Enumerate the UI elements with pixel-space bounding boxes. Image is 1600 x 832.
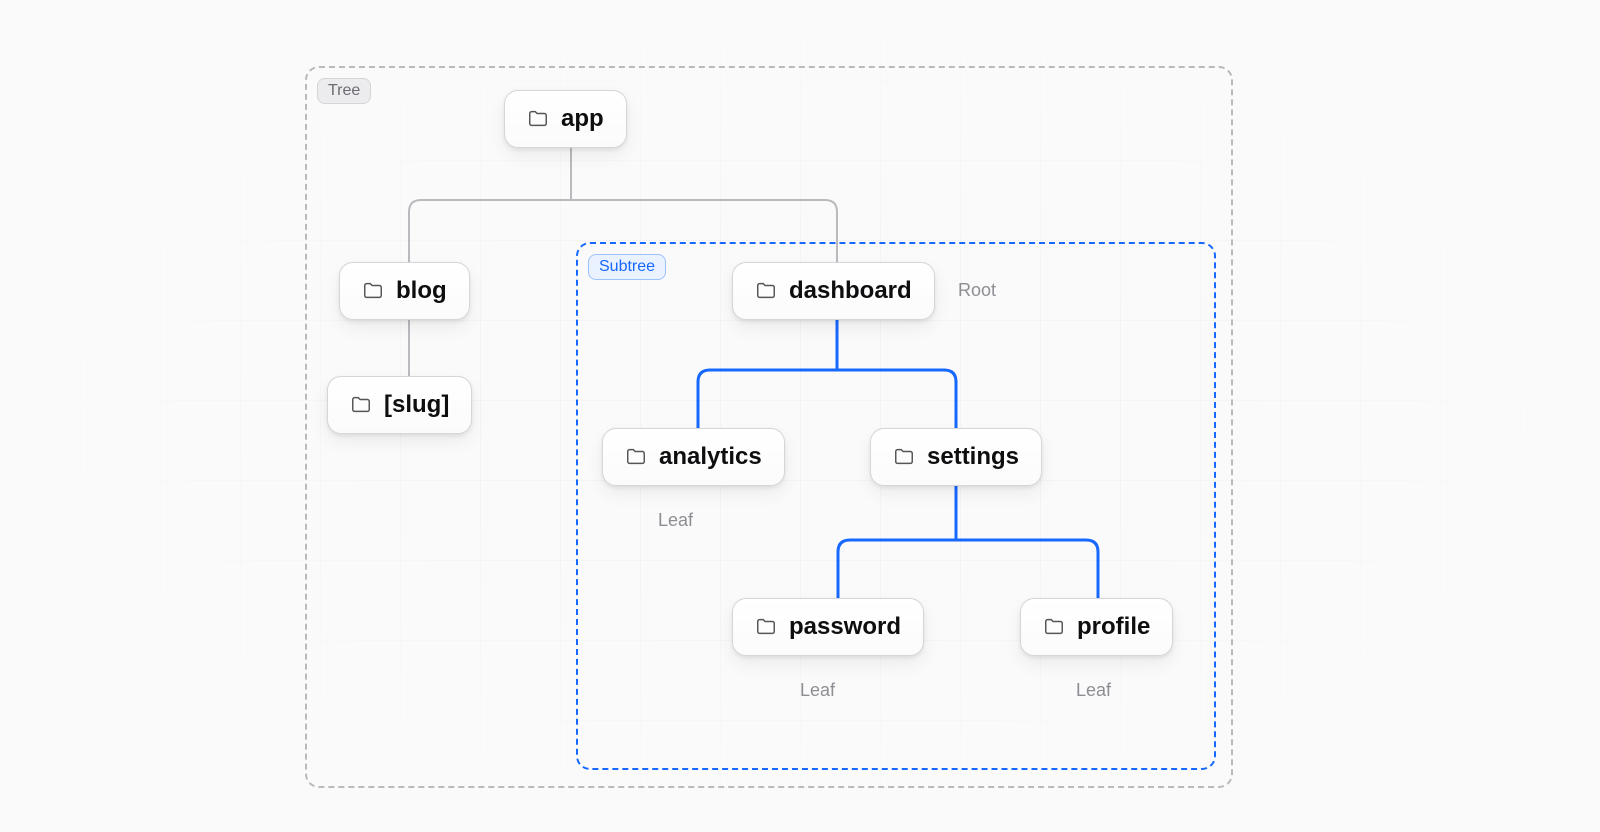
diagram-canvas: Tree Subtree app blog [slug]: [0, 0, 1600, 832]
node-label: [slug]: [384, 391, 449, 419]
connector-lines: [0, 0, 1600, 832]
folder-icon: [1043, 616, 1065, 638]
node-settings[interactable]: settings: [870, 428, 1042, 486]
node-label: settings: [927, 443, 1019, 471]
annotation-leaf-password: Leaf: [800, 680, 835, 701]
node-password[interactable]: password: [732, 598, 924, 656]
folder-icon: [893, 446, 915, 468]
node-blog[interactable]: blog: [339, 262, 470, 320]
folder-icon: [527, 108, 549, 130]
node-app[interactable]: app: [504, 90, 627, 148]
folder-icon: [350, 394, 372, 416]
node-label: blog: [396, 277, 447, 305]
node-analytics[interactable]: analytics: [602, 428, 785, 486]
node-label: profile: [1077, 613, 1150, 641]
node-label: app: [561, 105, 604, 133]
node-slug[interactable]: [slug]: [327, 376, 472, 434]
node-label: dashboard: [789, 277, 912, 305]
folder-icon: [755, 280, 777, 302]
node-profile[interactable]: profile: [1020, 598, 1173, 656]
annotation-leaf-profile: Leaf: [1076, 680, 1111, 701]
folder-icon: [625, 446, 647, 468]
node-label: analytics: [659, 443, 762, 471]
folder-icon: [755, 616, 777, 638]
node-label: password: [789, 613, 901, 641]
folder-icon: [362, 280, 384, 302]
node-dashboard[interactable]: dashboard: [732, 262, 935, 320]
annotation-root: Root: [958, 280, 996, 301]
annotation-leaf-analytics: Leaf: [658, 510, 693, 531]
